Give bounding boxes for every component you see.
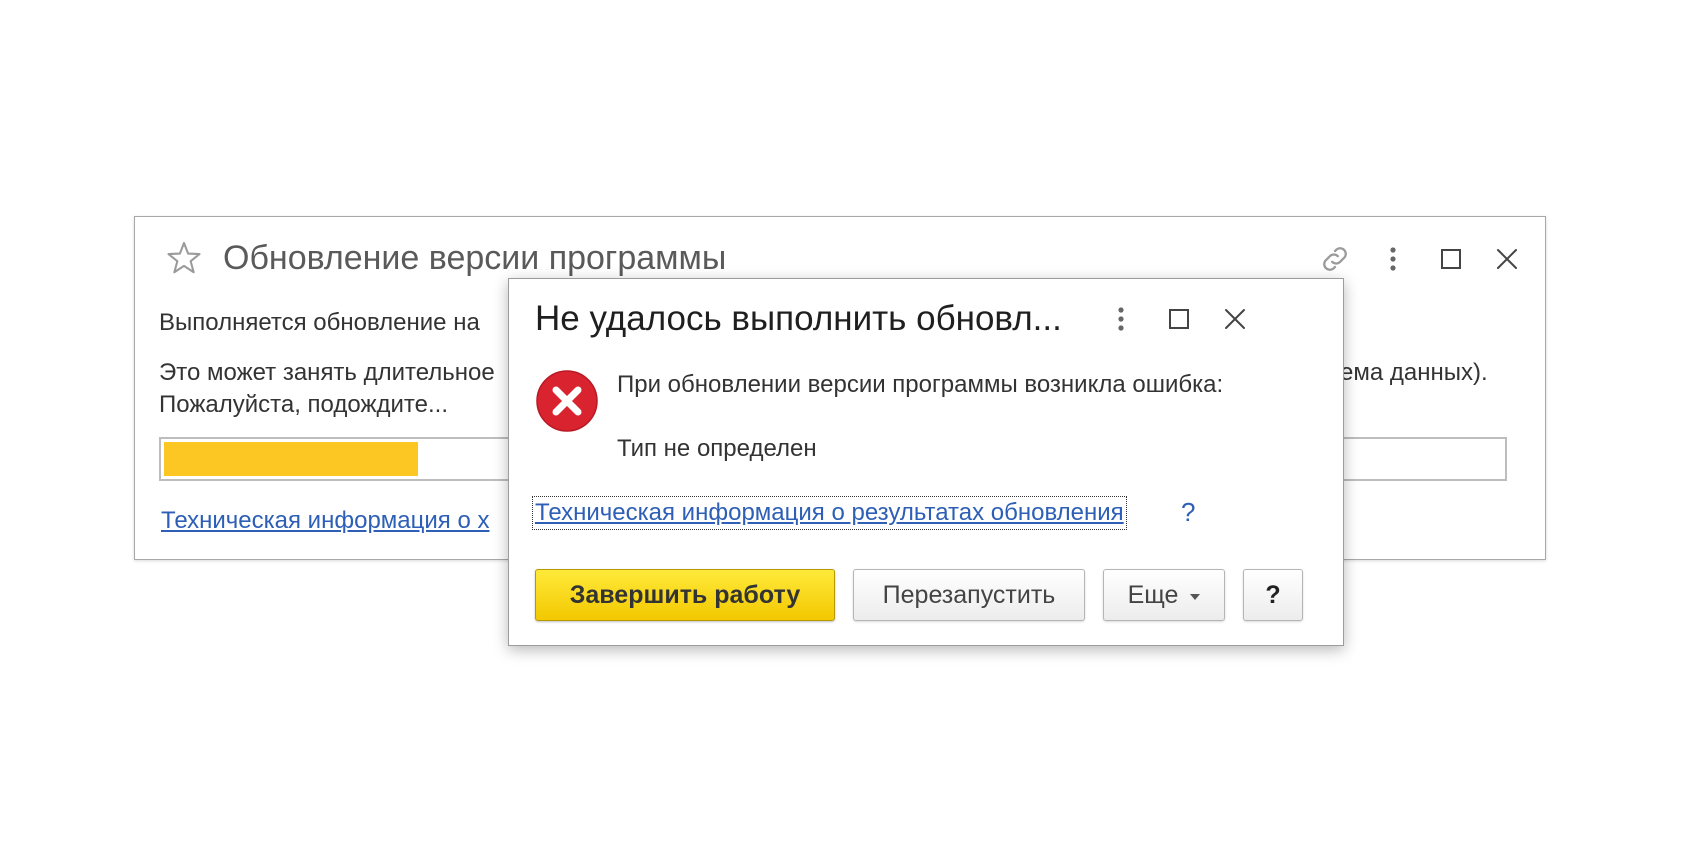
error-message: При обновлении версии программы возникла… bbox=[617, 371, 1224, 398]
maximize-icon[interactable] bbox=[1433, 241, 1469, 277]
kebab-menu-icon[interactable] bbox=[1375, 241, 1411, 277]
close-icon[interactable] bbox=[1217, 301, 1253, 337]
more-button[interactable]: Еще bbox=[1103, 569, 1225, 621]
tech-info-help-link[interactable]: ? bbox=[1181, 497, 1195, 528]
maximize-icon[interactable] bbox=[1161, 301, 1197, 337]
finish-work-button[interactable]: Завершить работу bbox=[535, 569, 835, 621]
update-window-title: Обновление версии программы bbox=[223, 239, 727, 277]
wait-notice: Это может занять длительное Пожалуйста, … bbox=[159, 357, 495, 421]
wait-notice-line2: Пожалуйста, подождите... bbox=[159, 391, 448, 418]
more-label: Еще bbox=[1127, 580, 1179, 609]
update-status-text: Выполняется обновление на bbox=[159, 309, 480, 336]
tech-info-link[interactable]: Техническая информация о результатах обн… bbox=[532, 496, 1127, 530]
dialog-title: Не удалось выполнить обновл... bbox=[535, 299, 1062, 338]
help-label: ? bbox=[1265, 580, 1281, 609]
error-detail: Тип не определен bbox=[617, 435, 817, 462]
kebab-menu-icon[interactable] bbox=[1103, 301, 1139, 337]
chevron-down-icon bbox=[1190, 594, 1201, 600]
error-dialog: Не удалось выполнить обновл... При обнов… bbox=[508, 278, 1344, 646]
finish-work-label: Завершить работу bbox=[569, 580, 801, 609]
help-button[interactable]: ? bbox=[1243, 569, 1303, 621]
error-icon bbox=[536, 370, 598, 432]
progress-fill bbox=[164, 442, 418, 476]
tech-info-link-background[interactable]: Техническая информация о х bbox=[161, 507, 489, 535]
wait-notice-tail: ема данных). bbox=[1340, 359, 1488, 386]
close-icon[interactable] bbox=[1489, 241, 1525, 277]
link-icon[interactable] bbox=[1317, 241, 1353, 277]
star-icon[interactable] bbox=[165, 239, 203, 277]
wait-notice-line1: Это может занять длительное bbox=[159, 359, 495, 386]
restart-button[interactable]: Перезапустить bbox=[853, 569, 1085, 621]
restart-label: Перезапустить bbox=[882, 580, 1056, 609]
